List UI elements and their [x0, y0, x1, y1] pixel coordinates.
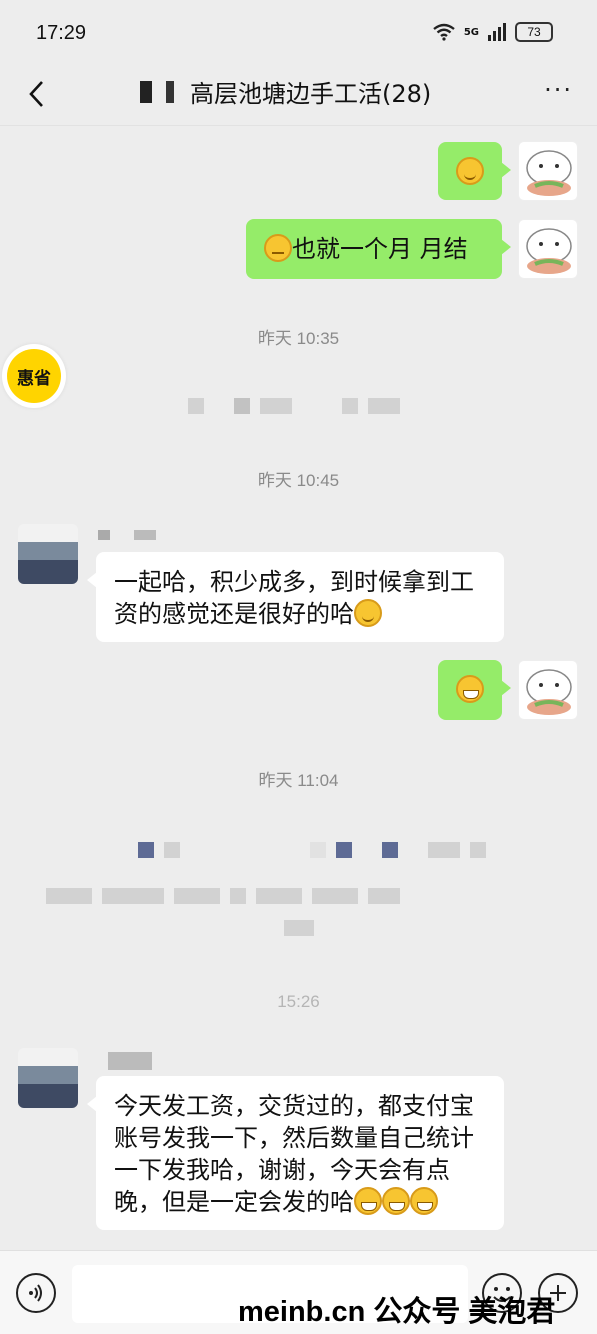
back-button[interactable]: [16, 72, 56, 116]
grin-emoji-icon: [456, 675, 484, 703]
status-icons: 5G 73: [432, 22, 553, 42]
cat-avatar-icon: [526, 669, 572, 715]
message-bubble-sent[interactable]: [438, 142, 511, 200]
more-options-button[interactable]: ···: [544, 76, 573, 104]
redacted-name-prefix: [140, 80, 184, 103]
voice-input-button[interactable]: [16, 1273, 56, 1313]
floating-app-logo[interactable]: 惠省: [2, 344, 66, 408]
message-bubble-received[interactable]: 今天发工资，交货过的，都支付宝账号发我一下，然后数量自己统计一下发我哈，谢谢，今…: [87, 1076, 504, 1230]
sleepy-emoji-icon: [264, 234, 292, 262]
voice-icon: [29, 1284, 42, 1302]
self-avatar[interactable]: [518, 141, 578, 201]
self-avatar[interactable]: [518, 660, 578, 720]
redacted-system-message: [188, 398, 400, 414]
grin-emoji-icon: [382, 1187, 410, 1215]
network-label: 5G: [463, 26, 479, 38]
message-bubble-received[interactable]: 一起哈，积少成多，到时候拿到工资的感觉还是很好的哈: [87, 552, 504, 642]
grin-emoji-icon: [410, 1187, 438, 1215]
message-bubble-sent[interactable]: 也就一个月 月结: [246, 219, 511, 279]
cat-avatar-icon: [526, 150, 572, 196]
self-avatar[interactable]: [518, 219, 578, 279]
logo-text: 惠省: [7, 349, 61, 403]
status-bar: 17:29 5G 73: [0, 0, 597, 64]
message-text: 也就一个月 月结: [292, 235, 468, 263]
grin-emoji-icon: [354, 1187, 382, 1215]
smile-emoji-icon: [354, 599, 382, 627]
contact-avatar[interactable]: [18, 524, 78, 584]
chat-title-text: 高层池塘边手工活(28): [190, 80, 432, 108]
watermark-text: meinb.cn 公众号 美泡君: [238, 1296, 556, 1328]
chevron-left-icon: [29, 81, 43, 107]
timestamp: 15:26: [277, 992, 320, 1011]
message-bubble-sent[interactable]: [438, 660, 511, 720]
sender-name-redacted: [108, 1052, 152, 1074]
redacted-system-message: [46, 888, 400, 904]
message-text: 一起哈，积少成多，到时候拿到工资的感觉还是很好的哈: [114, 568, 474, 628]
signal-icon: [488, 23, 506, 41]
thinking-emoji-icon: [456, 157, 484, 185]
timestamp: 昨天 10:35: [257, 329, 340, 348]
status-time: 17:29: [36, 22, 87, 44]
timestamp: 昨天 11:04: [258, 771, 339, 790]
timestamp: 昨天 10:45: [257, 471, 340, 490]
redacted-system-message: [138, 842, 486, 858]
cat-avatar-icon: [526, 228, 572, 274]
battery-icon: 73: [515, 22, 553, 42]
redacted-system-message: [284, 920, 314, 936]
chat-title: 高层池塘边手工活(28): [140, 74, 431, 109]
sender-name-redacted: [98, 528, 157, 544]
contact-avatar[interactable]: [18, 1048, 78, 1108]
wifi-icon: [433, 23, 455, 41]
chat-header: 高层池塘边手工活(28) ···: [0, 64, 597, 126]
